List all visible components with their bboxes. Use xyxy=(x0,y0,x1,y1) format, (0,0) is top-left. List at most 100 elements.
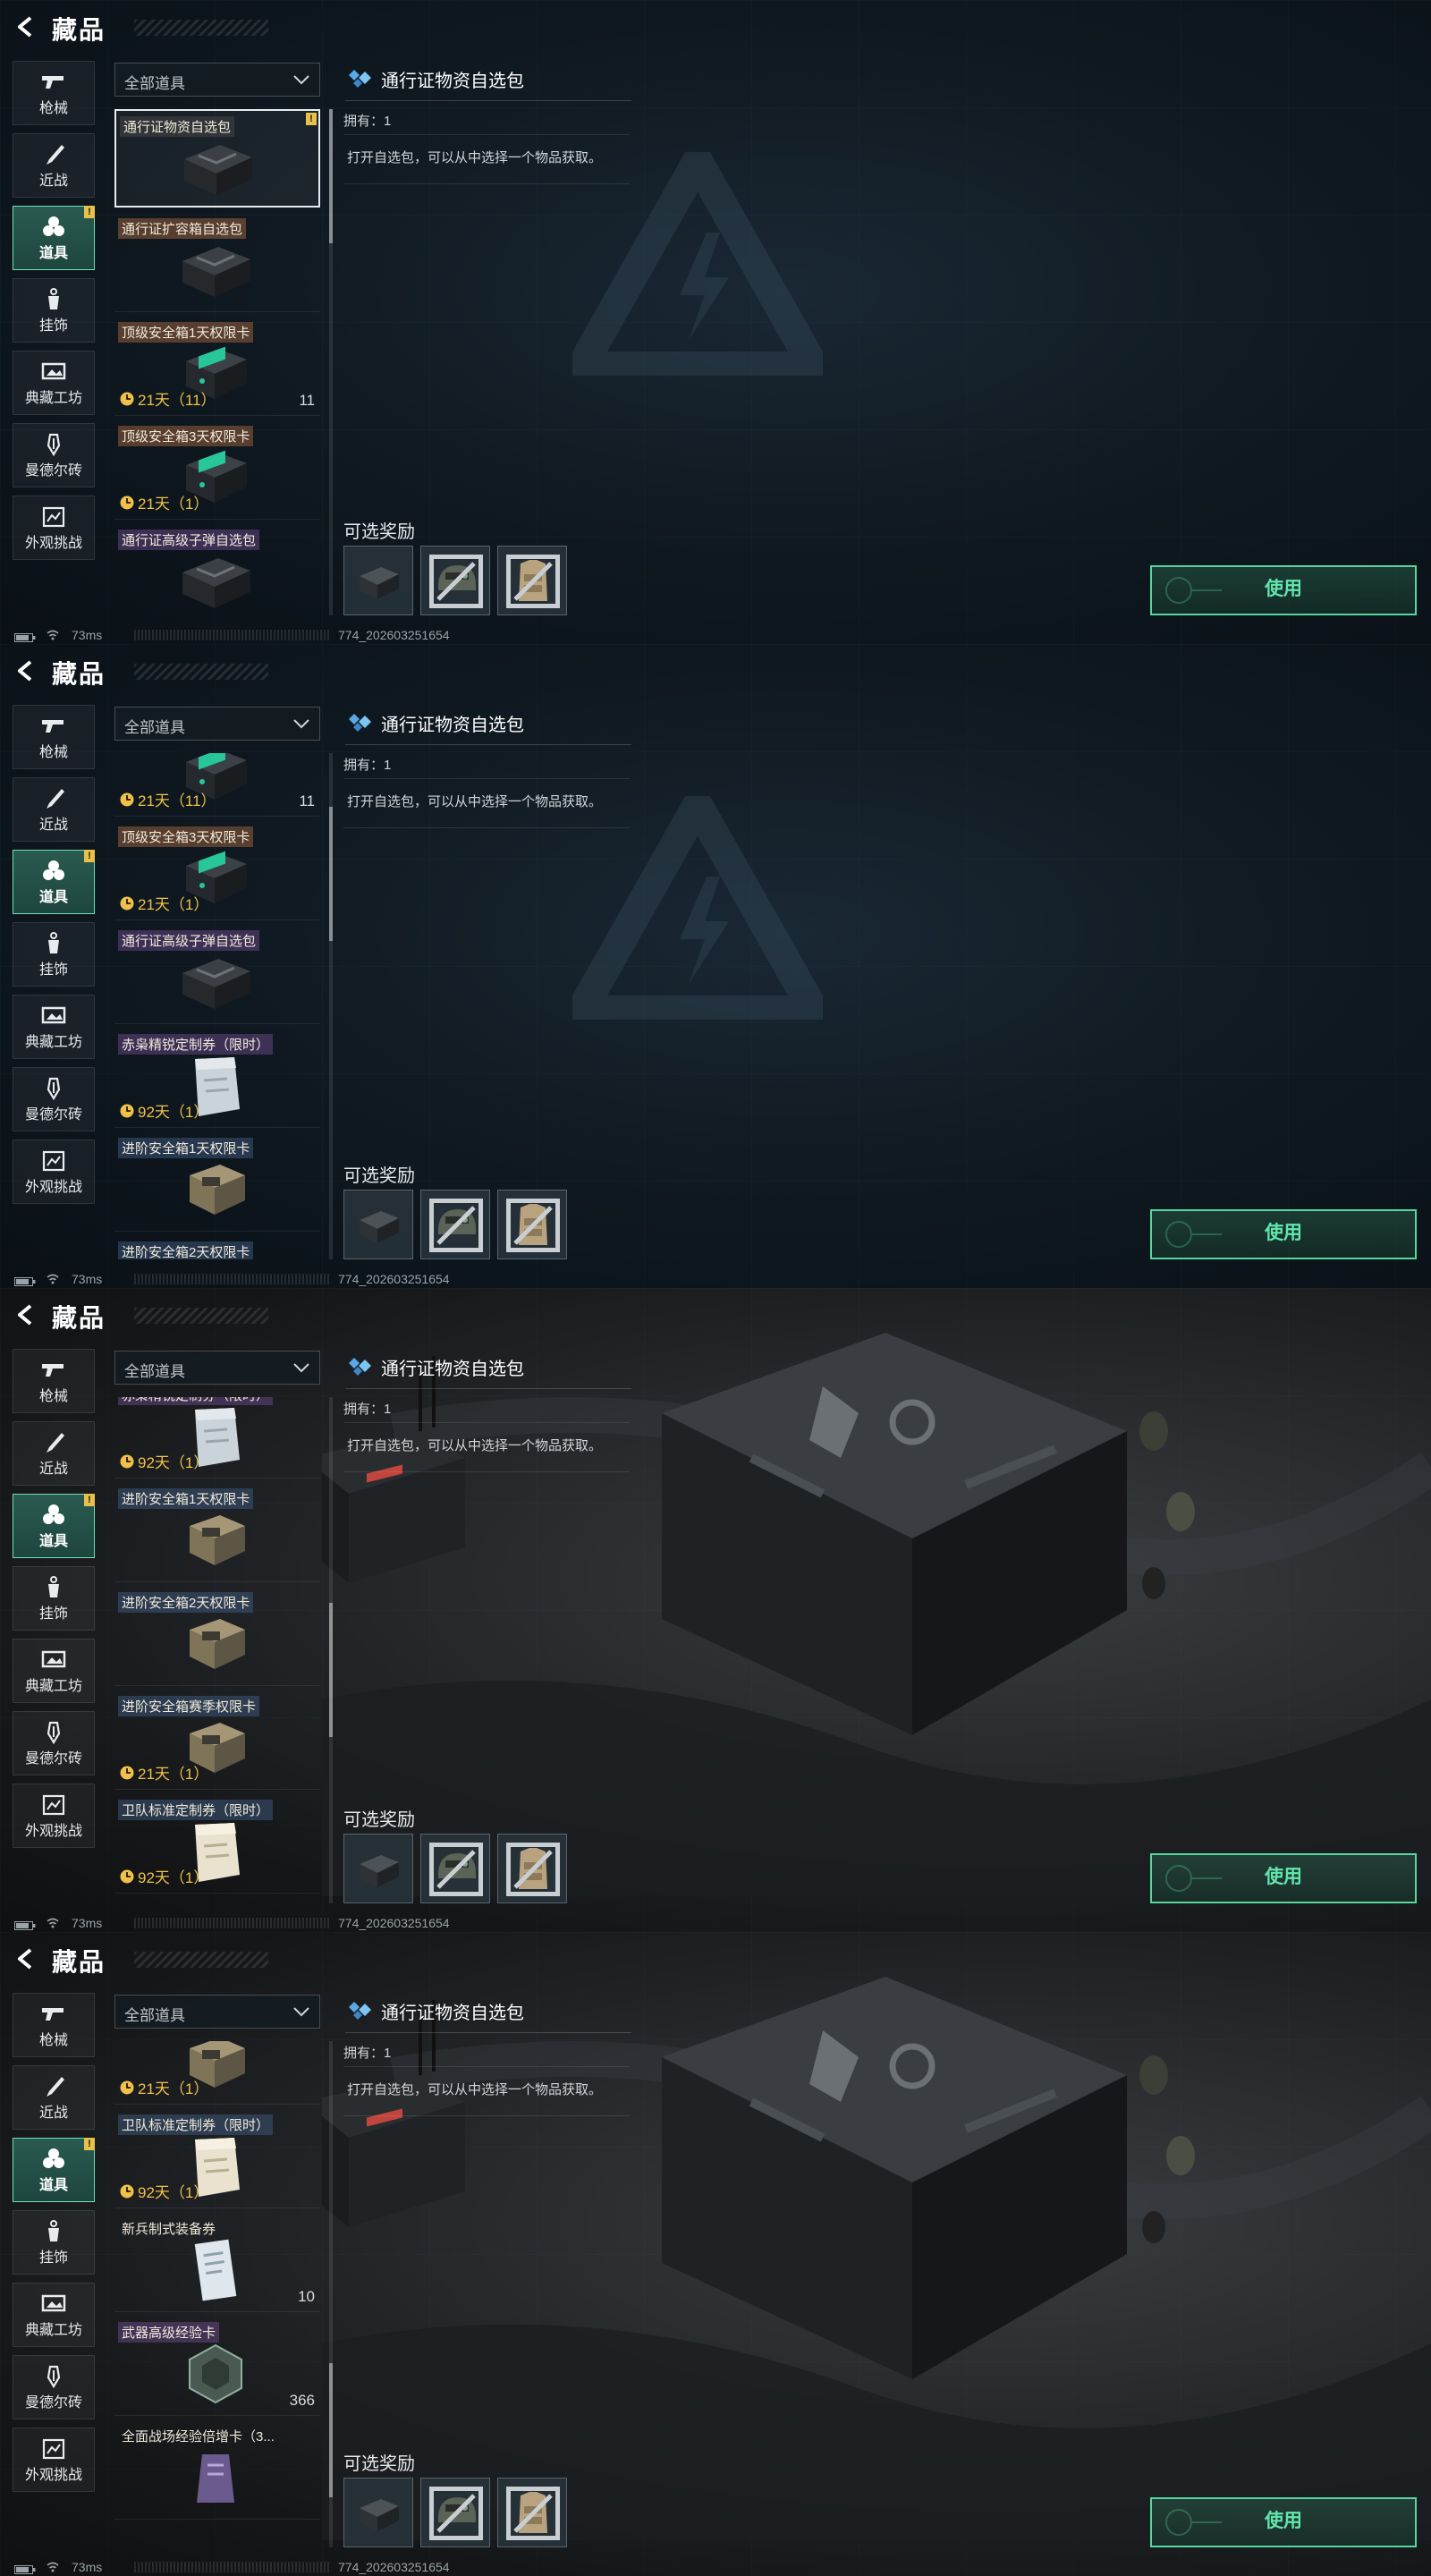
nav-item[interactable]: 典藏工坊 xyxy=(13,995,95,1059)
back-icon[interactable] xyxy=(13,1946,38,1971)
reward-slot[interactable] xyxy=(420,1190,490,1259)
item-list[interactable]: 赤枭精锐定制券（限时） 92天（1） 进阶安全箱1天权限卡进阶安全箱2天权限卡进阶安… xyxy=(114,1397,322,1903)
filter-dropdown[interactable]: 全部道具 xyxy=(114,707,320,741)
nav-item[interactable]: 典藏工坊 xyxy=(13,2283,95,2347)
item-list[interactable]: 通行证物资自选包! 通行证扩容箱自选包 顶级安全箱1天权限卡 21天（11） 11 顶级安… xyxy=(114,109,322,615)
item-list[interactable]: 进阶安全箱赛季权限卡21天（1） 卫队标准定制券（限时） 92天（1） 新兵制式装备券… xyxy=(114,2041,322,2547)
reward-slot[interactable] xyxy=(497,1834,567,1903)
list-item[interactable]: 顶级安全箱1天权限卡 21天（11） 11 xyxy=(114,317,320,416)
nav-item[interactable]: 枪械 xyxy=(13,705,95,769)
nav-item[interactable]: 挂饰 xyxy=(13,278,95,343)
nav-item[interactable]: 挂饰 xyxy=(13,1566,95,1631)
list-item[interactable]: 卫队标准定制券（限时） 92天（1） xyxy=(114,2109,320,2208)
nav-item[interactable]: 曼德尔砖 xyxy=(13,1711,95,1775)
nav-item[interactable]: 曼德尔砖 xyxy=(13,423,95,487)
nav-item[interactable]: 外观挑战 xyxy=(13,2428,95,2492)
list-item[interactable]: 进阶安全箱赛季权限卡21天（1） xyxy=(114,2041,320,2105)
use-button[interactable]: 使用 xyxy=(1150,565,1417,615)
nav-item[interactable]: 挂饰 xyxy=(13,2210,95,2275)
nav-item[interactable]: 道具! xyxy=(13,1494,95,1558)
list-item[interactable]: 赤枭精锐定制券（限时） 92天（1） xyxy=(114,1029,320,1128)
rarity-diamond-icon xyxy=(347,68,374,89)
nav-item[interactable]: 枪械 xyxy=(13,1349,95,1413)
back-icon[interactable] xyxy=(13,658,38,683)
reward-slot[interactable] xyxy=(497,2478,567,2547)
nav-item[interactable]: 道具! xyxy=(13,2138,95,2202)
nav-item[interactable]: 外观挑战 xyxy=(13,1784,95,1848)
nav-item[interactable]: 道具! xyxy=(13,850,95,914)
nav-item[interactable]: 典藏工坊 xyxy=(13,351,95,415)
scroll-thumb[interactable] xyxy=(329,807,333,941)
list-item[interactable]: 进阶安全箱1天权限卡 xyxy=(114,1483,320,1582)
nav-item-label: 典藏工坊 xyxy=(24,391,82,406)
list-scrollbar[interactable] xyxy=(329,753,333,1259)
nav-item[interactable]: 外观挑战 xyxy=(13,496,95,560)
list-item[interactable]: 顶级安全箱3天权限卡 21天（1） xyxy=(114,420,320,520)
reward-slot[interactable] xyxy=(343,546,413,615)
list-item[interactable]: 通行证扩容箱自选包 xyxy=(114,213,320,312)
list-item[interactable]: 进阶安全箱赛季权限卡21天（1） xyxy=(114,1690,320,1790)
brick-icon xyxy=(40,1077,67,1101)
reward-slot[interactable] xyxy=(497,1190,567,1259)
filter-dropdown[interactable]: 全部道具 xyxy=(114,1351,320,1385)
nav-item[interactable]: 典藏工坊 xyxy=(13,1639,95,1703)
reward-slot[interactable] xyxy=(343,2478,413,2547)
nav-item[interactable]: 近战 xyxy=(13,1421,95,1486)
item-list[interactable]: 21天（11） 11 顶级安全箱3天权限卡 21天（1） 通行证高级子弹自选包 赤枭精锐定… xyxy=(114,753,322,1259)
use-button[interactable]: 使用 xyxy=(1150,1853,1417,1903)
filter-dropdown[interactable]: 全部道具 xyxy=(114,63,320,97)
nav-item[interactable]: 曼德尔砖 xyxy=(13,1067,95,1131)
list-item[interactable]: 进阶安全箱2天权限卡 xyxy=(114,1587,320,1686)
back-icon[interactable] xyxy=(13,14,38,39)
reward-slot[interactable] xyxy=(420,1834,490,1903)
list-item[interactable]: 通行证高级子弹自选包 xyxy=(114,925,320,1024)
gun-icon xyxy=(40,71,67,94)
page-title: 藏品 xyxy=(52,1304,106,1332)
list-item[interactable]: 新兵制式装备券 10 xyxy=(114,2213,320,2312)
nav-item[interactable]: 挂饰 xyxy=(13,922,95,987)
nav-item[interactable]: 曼德尔砖 xyxy=(13,2355,95,2419)
list-item[interactable]: 21天（11） 11 xyxy=(114,753,320,817)
item-description: 打开自选包，可以从中选择一个物品获取。 xyxy=(347,1438,603,1453)
use-button[interactable]: 使用 xyxy=(1150,2497,1417,2547)
list-item[interactable]: 全面战场经验倍增卡（3... xyxy=(114,2420,320,2520)
reward-slot[interactable] xyxy=(497,546,567,615)
list-scrollbar[interactable] xyxy=(329,1397,333,1903)
filter-dropdown[interactable]: 全部道具 xyxy=(114,1995,320,2029)
description-box: 打开自选包，可以从中选择一个物品获取。 xyxy=(343,778,630,828)
list-item[interactable]: 赤枭精锐定制券（限时） 92天（1） xyxy=(114,1397,320,1479)
nav-item[interactable]: 近战 xyxy=(13,2065,95,2130)
scroll-thumb[interactable] xyxy=(329,2363,333,2497)
preview-icon xyxy=(506,1843,560,1896)
scroll-thumb[interactable] xyxy=(329,109,333,243)
nav-item[interactable]: 枪械 xyxy=(13,61,95,125)
scroll-thumb[interactable] xyxy=(329,1603,333,1737)
list-scrollbar[interactable] xyxy=(329,109,333,615)
back-icon[interactable] xyxy=(13,1302,38,1327)
session-id: 774_202603251654 xyxy=(338,1272,450,1286)
reward-slot[interactable] xyxy=(420,2478,490,2547)
list-item[interactable]: 卫队标准定制券（限时） 92天（1） xyxy=(114,1794,320,1894)
list-item[interactable]: 通行证高级子弹自选包 xyxy=(114,524,320,615)
list-item[interactable]: 顶级安全箱3天权限卡 21天（1） xyxy=(114,821,320,920)
nav-item[interactable]: 道具! xyxy=(13,206,95,270)
title-decoration xyxy=(134,1952,268,1968)
status-decoration xyxy=(134,1274,331,1284)
nav-item[interactable]: 枪械 xyxy=(13,1993,95,2057)
list-scrollbar[interactable] xyxy=(329,2041,333,2547)
list-item[interactable]: 武器高级经验卡 366 xyxy=(114,2317,320,2416)
nav-item[interactable]: 外观挑战 xyxy=(13,1140,95,1204)
items-icon xyxy=(40,860,67,883)
reward-slot[interactable] xyxy=(420,546,490,615)
list-item[interactable]: 通行证物资自选包! xyxy=(114,109,320,208)
item-count: 11 xyxy=(299,392,315,409)
reward-slot[interactable] xyxy=(343,1834,413,1903)
list-item[interactable]: 进阶安全箱2天权限卡 xyxy=(114,1236,320,1259)
use-button[interactable]: 使用 xyxy=(1150,1209,1417,1259)
list-item[interactable]: 进阶安全箱1天权限卡 xyxy=(114,1132,320,1232)
nav-item-label: 枪械 xyxy=(38,1389,68,1404)
nav-item[interactable]: 近战 xyxy=(13,777,95,842)
reward-slot[interactable] xyxy=(343,1190,413,1259)
nav-item[interactable]: 近战 xyxy=(13,133,95,198)
nav-item-label: 挂饰 xyxy=(38,318,68,334)
